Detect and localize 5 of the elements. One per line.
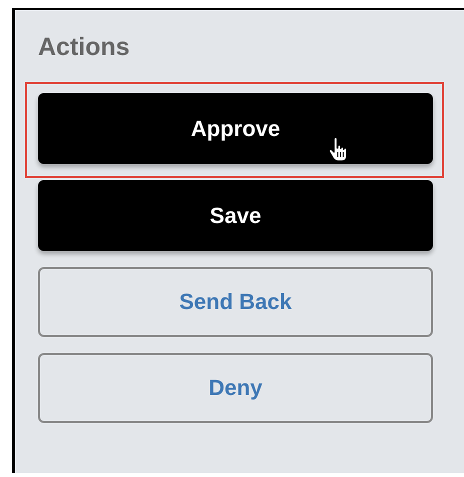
outline-button[interactable]: Send Back xyxy=(38,267,433,337)
primary-button[interactable]: Save xyxy=(38,180,433,251)
panel-title: Actions xyxy=(38,32,130,62)
primary-button[interactable]: Approve xyxy=(38,93,433,164)
outline-button[interactable]: Deny xyxy=(38,353,433,423)
